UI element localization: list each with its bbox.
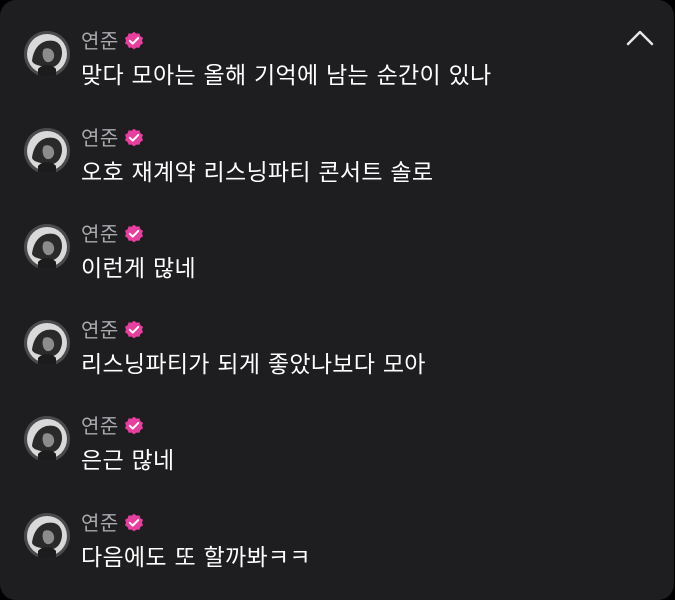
chevron-up-icon [624,24,656,52]
author-name: 연준 [81,414,119,438]
verified-badge-icon [124,416,144,436]
verified-badge-icon [124,224,144,244]
author-name: 연준 [81,126,119,150]
verified-badge-icon [124,320,144,340]
avatar[interactable] [24,224,70,270]
verified-badge-icon [124,513,144,533]
author-name: 연준 [81,318,119,342]
message-text: 이런게 많네 [81,256,196,282]
message-item: 연준 리스닝파티가 되게 좋았나보다 모아 [24,317,624,407]
message-item: 연준 이런게 많네 [24,221,624,311]
avatar[interactable] [24,128,70,174]
message-text: 다음에도 또 할까봐ㅋㅋ [81,545,311,571]
message-item: 연준 은근 많네 [24,413,624,503]
collapse-button[interactable] [624,24,656,52]
verified-badge-icon [124,128,144,148]
message-text: 맞다 모아는 올해 기억에 남는 순간이 있나 [81,63,492,89]
avatar[interactable] [24,31,70,77]
avatar[interactable] [24,513,70,559]
message-text: 은근 많네 [81,448,175,474]
message-item: 연준 다음에도 또 할까봐ㅋㅋ [24,510,624,600]
message-item: 연준 맞다 모아는 올해 기억에 남는 순간이 있나 [24,28,624,118]
message-text: 오호 재계약 리스닝파티 콘서트 솔로 [81,160,434,186]
author-name: 연준 [81,29,119,53]
verified-badge-icon [124,31,144,51]
message-text: 리스닝파티가 되게 좋았나보다 모아 [81,352,426,378]
author-name: 연준 [81,511,119,535]
message-item: 연준 오호 재계약 리스닝파티 콘서트 솔로 [24,125,624,215]
author-name: 연준 [81,222,119,246]
chat-panel: 연준 맞다 모아는 올해 기억에 남는 순간이 있나 연준 오호 재계약 리스닝… [0,0,674,600]
avatar[interactable] [24,416,70,462]
avatar[interactable] [24,320,70,366]
